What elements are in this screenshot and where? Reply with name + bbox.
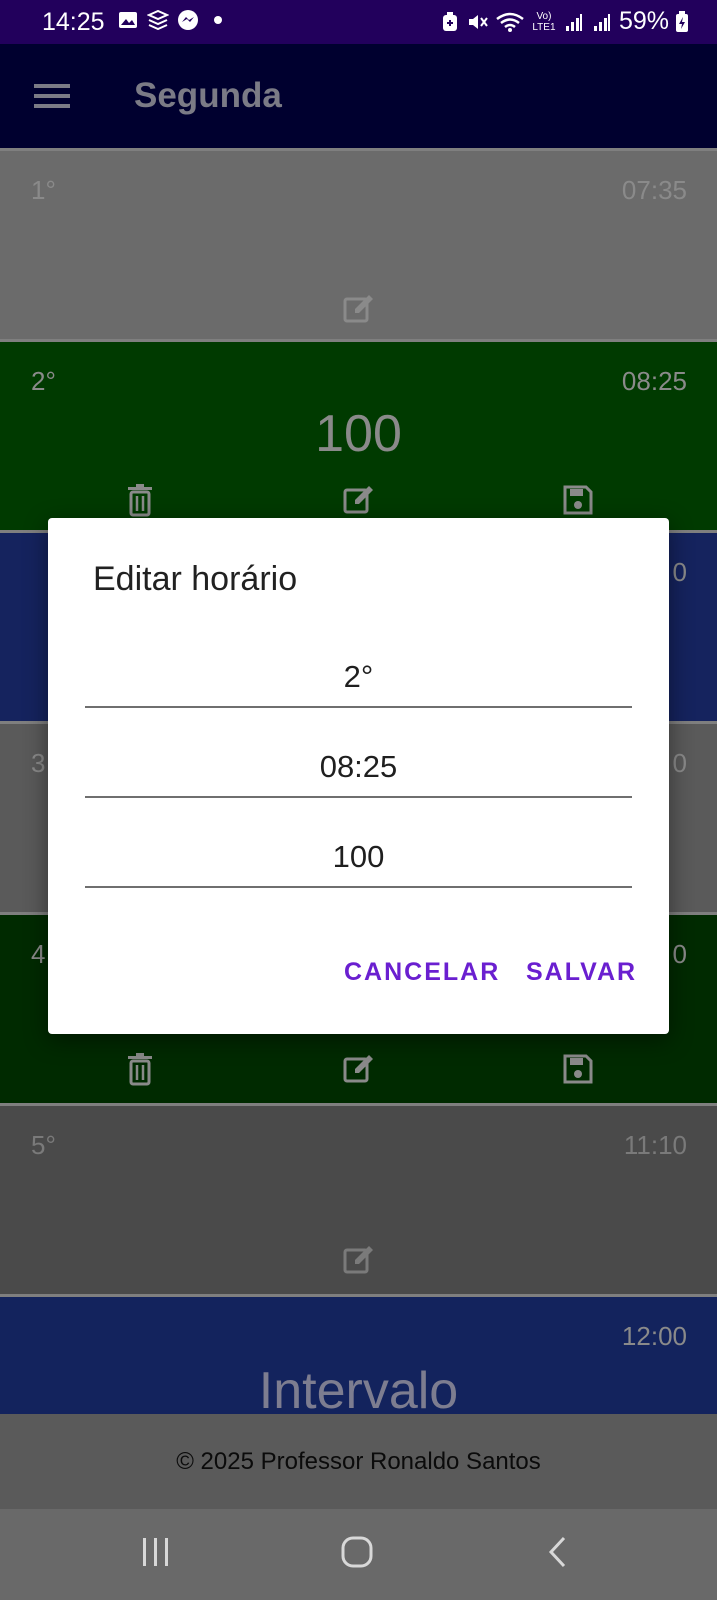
- home-icon[interactable]: [340, 1535, 374, 1574]
- time-label: 08:25: [621, 366, 687, 396]
- network-label: Vo) LTE1: [532, 10, 556, 33]
- edit-icon[interactable]: [341, 1051, 377, 1087]
- edit-icon[interactable]: [341, 291, 377, 327]
- period-label: 4: [31, 939, 46, 969]
- system-status-icons: Vo) LTE1 59%: [439, 7, 689, 36]
- class-content: 100: [315, 405, 402, 463]
- dot-icon: [207, 9, 229, 31]
- time-label: 0: [672, 557, 687, 587]
- trash-icon[interactable]: [122, 1051, 158, 1087]
- time-label: 12:00: [621, 1321, 687, 1351]
- time-input[interactable]: 08:25: [85, 738, 632, 798]
- period-input[interactable]: 2°: [85, 648, 632, 708]
- save-button[interactable]: SALVAR: [526, 958, 637, 987]
- mute-icon: [467, 11, 489, 33]
- status-time: 14:25: [42, 8, 105, 36]
- dialog-title: Editar horário: [93, 560, 298, 598]
- save-icon[interactable]: [560, 1051, 596, 1087]
- time-label: 0: [672, 939, 687, 969]
- back-icon[interactable]: [546, 1535, 570, 1574]
- schedule-row[interactable]: 1° 07:35: [0, 148, 717, 339]
- battery-percent: 59%: [618, 7, 669, 35]
- time-label: 07:35: [621, 175, 687, 205]
- wifi-icon: [495, 11, 525, 33]
- time-label: 11:10: [623, 1130, 687, 1160]
- signal-icon: [563, 11, 585, 33]
- edit-icon[interactable]: [341, 482, 377, 518]
- period-label: 1°: [31, 175, 56, 205]
- status-bar: 14:25 Vo) LTE1 59%: [0, 0, 717, 44]
- image-icon: [117, 9, 139, 31]
- hamburger-menu-icon[interactable]: [34, 82, 70, 115]
- page-title: Segunda: [134, 76, 282, 115]
- save-icon[interactable]: [560, 482, 596, 518]
- schedule-row[interactable]: 5° 11:10: [0, 1103, 717, 1294]
- stack-icon: [147, 9, 169, 31]
- recent-apps-icon[interactable]: [140, 1535, 172, 1574]
- class-content: Intervalo: [258, 1362, 459, 1420]
- battery-icon: [675, 10, 689, 33]
- sync-icon: [439, 11, 461, 33]
- app-bar: [0, 44, 717, 148]
- period-label: 3: [31, 748, 46, 778]
- period-label: 2°: [31, 366, 56, 396]
- time-label: 0: [672, 748, 687, 778]
- edit-icon[interactable]: [341, 1242, 377, 1278]
- schedule-row[interactable]: 2° 08:25 100: [0, 339, 717, 530]
- schedule-row[interactable]: 12:00 Intervalo: [0, 1294, 717, 1420]
- messenger-icon: [177, 9, 199, 31]
- notification-icons: [117, 9, 229, 31]
- edit-schedule-dialog: Editar horário 2° 08:25 100 CANCELAR SAL…: [48, 518, 669, 1034]
- content-input[interactable]: 100: [85, 828, 632, 888]
- system-nav-bar: [0, 1509, 717, 1600]
- footer-copyright: © 2025 Professor Ronaldo Santos: [0, 1414, 717, 1509]
- signal-icon: [591, 11, 613, 33]
- cancel-button[interactable]: CANCELAR: [344, 958, 500, 987]
- period-label: 5°: [31, 1130, 56, 1160]
- trash-icon[interactable]: [122, 482, 158, 518]
